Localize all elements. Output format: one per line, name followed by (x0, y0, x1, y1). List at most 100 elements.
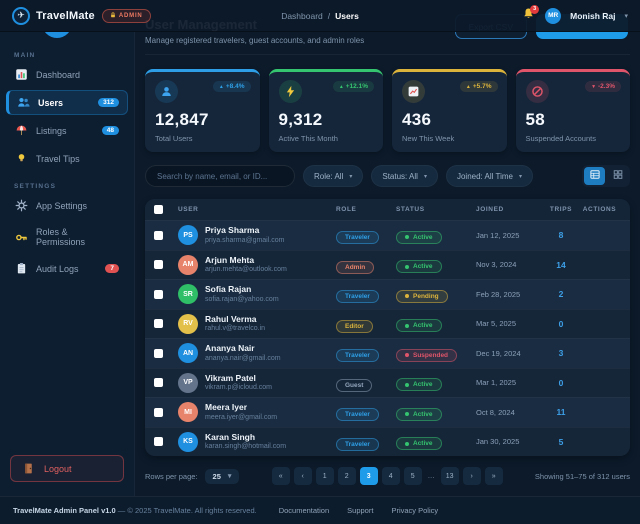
column-header-user: USER (178, 206, 336, 213)
sidebar-item-badge: 48 (102, 126, 119, 135)
page-button-4[interactable]: 4 (382, 467, 400, 485)
chevron-down-icon[interactable]: ▾ (624, 12, 628, 20)
avatar: AN (178, 343, 198, 363)
search-input[interactable] (145, 165, 295, 187)
page-button-3[interactable]: 3 (360, 467, 378, 485)
row-checkbox[interactable] (154, 408, 163, 417)
rows-per-page-select[interactable]: 25 ▾ (205, 469, 240, 484)
column-header-joined: JOINED (476, 206, 544, 213)
sidebar-item-roles-permissions[interactable]: Roles & Permissions (6, 221, 128, 253)
status-filter-dropdown[interactable]: Status: All ▾ (371, 165, 438, 187)
topbar: ✈ TravelMate ADMIN Dashboard / Users 3 M… (0, 0, 640, 32)
trash-icon[interactable] (618, 289, 629, 300)
trips-count[interactable]: 2 (544, 289, 578, 299)
sidebar-item-travel-tips[interactable]: Travel Tips (6, 146, 128, 171)
row-checkbox[interactable] (154, 349, 163, 358)
trash-icon[interactable] (618, 318, 629, 329)
sidebar: MAIN Dashboard Users 312 Listings 48 Tra… (0, 32, 135, 496)
notifications-button[interactable]: 3 (520, 8, 536, 24)
ban-icon[interactable] (598, 377, 609, 388)
table-view-button[interactable] (584, 167, 605, 185)
ban-icon[interactable] (598, 259, 609, 270)
page-nav-button[interactable]: » (485, 467, 503, 485)
row-checkbox[interactable] (154, 437, 163, 446)
footer-link-privacy-policy[interactable]: Privacy Policy (391, 506, 438, 515)
row-checkbox[interactable] (154, 260, 163, 269)
trips-count[interactable]: 11 (544, 407, 578, 417)
edit-icon[interactable] (578, 348, 589, 359)
ban-icon[interactable] (598, 318, 609, 329)
trash-icon[interactable] (618, 407, 629, 418)
sidebar-item-app-settings[interactable]: App Settings (6, 193, 128, 218)
footer-links: Documentation Support Privacy Policy (279, 506, 438, 515)
trash-icon[interactable] (618, 259, 629, 270)
joined-date: Oct 8, 2024 (476, 408, 544, 417)
row-checkbox[interactable] (154, 378, 163, 387)
column-header-role: ROLE (336, 206, 396, 213)
user-avatar[interactable]: MR (545, 8, 561, 24)
trips-count[interactable]: 0 (544, 378, 578, 388)
footer-link-support[interactable]: Support (347, 506, 373, 515)
select-all-checkbox[interactable] (154, 205, 163, 214)
breadcrumb-dashboard[interactable]: Dashboard (281, 11, 323, 21)
row-actions (578, 259, 629, 270)
trash-icon[interactable] (618, 348, 629, 359)
edit-icon[interactable] (578, 230, 589, 241)
stat-card: ▲ +8.4% 12,847 Total Users (145, 69, 260, 152)
stat-label: New This Week (402, 134, 497, 143)
lock-icon (110, 12, 116, 20)
app-window: User Management Manage registered travel… (0, 0, 640, 524)
trash-icon[interactable] (618, 436, 629, 447)
logout-label: Logout (44, 464, 72, 474)
table-header-row: USER ROLE STATUS JOINED TRIPS ACTIONS (145, 199, 630, 220)
sidebar-item-listings[interactable]: Listings 48 (6, 118, 128, 143)
table-row: MI Meera Iyer meera.iyer@gmail.com Trave… (145, 397, 630, 427)
edit-icon[interactable] (578, 318, 589, 329)
stat-delta-badge: ▲ +12.1% (333, 81, 374, 92)
page-button-2[interactable]: 2 (338, 467, 356, 485)
trend-arrow-icon: ▲ (339, 84, 344, 90)
sidebar-item-audit-logs[interactable]: Audit Logs 7 (6, 256, 128, 281)
trips-count[interactable]: 14 (544, 260, 578, 270)
row-checkbox[interactable] (154, 319, 163, 328)
role-filter-dropdown[interactable]: Role: All ▾ (303, 165, 363, 187)
edit-icon[interactable] (578, 289, 589, 300)
trips-count[interactable]: 0 (544, 319, 578, 329)
sidebar-item-dashboard[interactable]: Dashboard (6, 62, 128, 87)
ban-icon[interactable] (598, 436, 609, 447)
trips-count[interactable]: 8 (544, 230, 578, 240)
page-button-5[interactable]: 5 (404, 467, 422, 485)
logout-button[interactable]: Logout (10, 455, 124, 482)
trips-count[interactable]: 5 (544, 437, 578, 447)
sidebar-section-label: MAIN (14, 52, 120, 59)
page-nav-button[interactable]: ‹ (294, 467, 312, 485)
ban-icon[interactable] (598, 289, 609, 300)
stat-card: ▲ +12.1% 9,312 Active This Month (269, 69, 384, 152)
edit-icon[interactable] (578, 407, 589, 418)
trend-arrow-icon: ▲ (219, 84, 224, 90)
page-nav-button[interactable]: › (463, 467, 481, 485)
row-checkbox[interactable] (154, 231, 163, 240)
trash-icon[interactable] (618, 377, 629, 388)
footer-link-documentation[interactable]: Documentation (279, 506, 329, 515)
user-full-name: Vikram Patel (205, 373, 272, 383)
trips-count[interactable]: 3 (544, 348, 578, 358)
column-header-status: STATUS (396, 206, 476, 213)
grid-view-button[interactable] (607, 167, 628, 185)
notification-count-badge: 3 (530, 5, 539, 14)
table-view-icon (589, 167, 601, 185)
page-button-1[interactable]: 1 (316, 467, 334, 485)
trash-icon[interactable] (618, 230, 629, 241)
listings-icon (15, 124, 28, 137)
ban-icon[interactable] (598, 348, 609, 359)
joined-filter-dropdown[interactable]: Joined: All Time ▾ (446, 165, 533, 187)
edit-icon[interactable] (578, 377, 589, 388)
page-nav-button[interactable]: « (272, 467, 290, 485)
ban-icon[interactable] (598, 407, 609, 418)
page-button-13[interactable]: 13 (441, 467, 459, 485)
sidebar-item-users[interactable]: Users 312 (6, 90, 128, 115)
row-checkbox[interactable] (154, 290, 163, 299)
edit-icon[interactable] (578, 436, 589, 447)
ban-icon[interactable] (598, 230, 609, 241)
edit-icon[interactable] (578, 259, 589, 270)
